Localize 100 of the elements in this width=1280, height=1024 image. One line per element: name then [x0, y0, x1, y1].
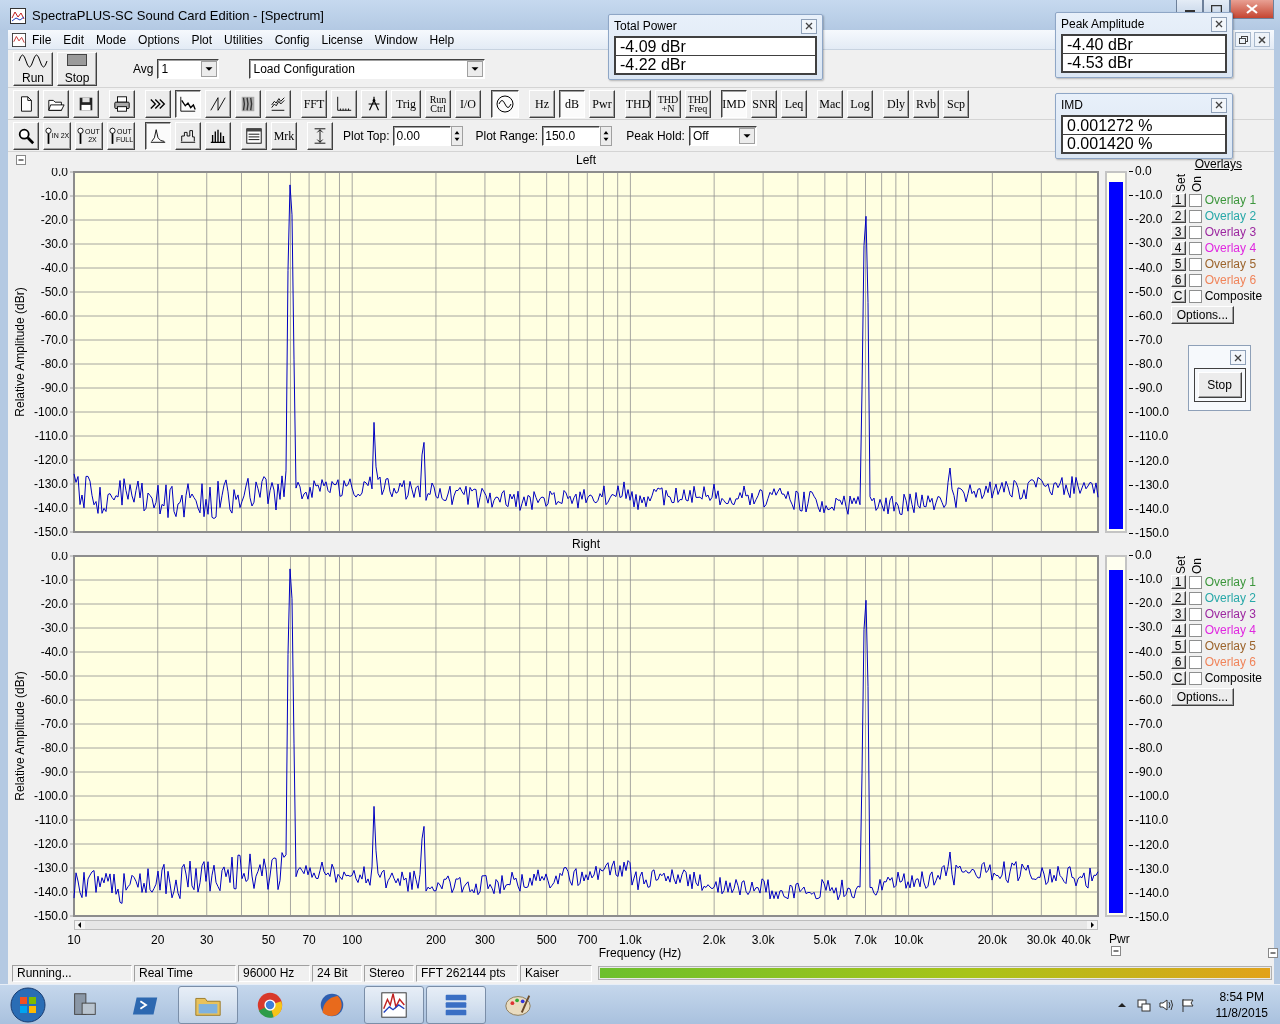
toolbar-button[interactable]: dB	[559, 89, 585, 118]
toolbar-button[interactable]: THD Freq	[685, 89, 711, 118]
close-button[interactable]	[801, 18, 817, 34]
status-cell: FFT 262144 pts	[416, 964, 518, 982]
config-select[interactable]: Load Configuration	[249, 58, 486, 79]
spinner-icon[interactable]	[600, 125, 613, 146]
toolbar-button[interactable]	[175, 89, 201, 118]
set-button[interactable]: 5	[1170, 257, 1186, 271]
avg-select[interactable]: 1	[157, 58, 220, 79]
toolbar-button[interactable]: I/O	[455, 89, 481, 118]
stop-button[interactable]: Stop	[57, 51, 97, 86]
network-icon[interactable]	[1135, 996, 1152, 1013]
toolbar-button[interactable]: THD	[625, 89, 651, 118]
close-button[interactable]	[1211, 97, 1227, 113]
set-button[interactable]: 1	[1170, 575, 1186, 589]
spinner-icon[interactable]	[451, 125, 464, 146]
options-button[interactable]: Options...	[1170, 306, 1235, 324]
menu-item[interactable]: Options	[132, 32, 186, 47]
menu-item[interactable]: Utilities	[218, 32, 269, 47]
checkbox[interactable]	[1188, 289, 1202, 303]
set-button[interactable]: 4	[1170, 241, 1186, 255]
close-button[interactable]	[1211, 16, 1227, 32]
collapse-icon[interactable]	[16, 155, 26, 165]
checkbox[interactable]	[1188, 575, 1202, 589]
set-button[interactable]: 2	[1170, 209, 1186, 223]
toolbar-button[interactable]: Trig	[391, 89, 421, 118]
app-icon[interactable]	[12, 32, 26, 47]
flag-icon[interactable]	[1179, 996, 1196, 1013]
restore-button[interactable]	[1235, 32, 1251, 47]
toolbar-button[interactable]	[491, 89, 519, 118]
menu-item[interactable]: File	[26, 32, 58, 47]
checkbox[interactable]	[1188, 225, 1202, 239]
toolbar-button[interactable]: Pwr	[589, 89, 615, 118]
toolbar-button[interactable]: Scp	[943, 89, 969, 118]
toolbar-button[interactable]: Dly	[883, 89, 909, 118]
toolbar-button[interactable]: SNR	[751, 89, 777, 118]
set-button[interactable]: 2	[1170, 591, 1186, 605]
toolbar-button[interactable]: Run Ctrl	[425, 89, 451, 118]
checkbox[interactable]	[1188, 209, 1202, 223]
toolbar-button[interactable]: Rvb	[913, 89, 939, 118]
close-button[interactable]	[1230, 0, 1274, 19]
taskbar-button[interactable]	[364, 985, 424, 1024]
set-button[interactable]: 6	[1170, 655, 1186, 669]
set-button[interactable]: 6	[1170, 273, 1186, 287]
set-button[interactable]: 4	[1170, 623, 1186, 637]
set-button[interactable]: 3	[1170, 607, 1186, 621]
toolbar-button[interactable]: IMD	[721, 89, 747, 118]
toolbar-button[interactable]: Mrk	[271, 121, 297, 150]
menu-item[interactable]: Edit	[57, 32, 91, 47]
toolbar-button[interactable]: Hz	[529, 89, 555, 118]
checkbox[interactable]	[1188, 639, 1202, 653]
scrollbar[interactable]	[74, 920, 1098, 930]
menu-item[interactable]: Plot	[185, 32, 219, 47]
scroll-right-icon[interactable]	[1087, 921, 1097, 929]
tick-label: -80.0	[40, 741, 68, 755]
set-button[interactable]: 1	[1170, 193, 1186, 207]
collapse-icon[interactable]	[1111, 946, 1121, 956]
checkbox[interactable]	[1188, 257, 1202, 271]
set-button[interactable]: 5	[1170, 639, 1186, 653]
tick-label: -90.0	[40, 765, 68, 779]
toolbar-button[interactable]: Mac	[817, 89, 843, 118]
checkbox[interactable]	[1188, 671, 1202, 685]
options-button[interactable]: Options...	[1170, 688, 1234, 706]
window-icon	[245, 126, 263, 145]
checkbox[interactable]	[1188, 655, 1202, 669]
taskbar-button[interactable]	[178, 985, 238, 1024]
checkbox[interactable]	[1188, 273, 1202, 287]
meter-scale-label: -70.0	[1129, 333, 1170, 346]
checkbox[interactable]	[1188, 591, 1202, 605]
menu-item[interactable]: Config	[268, 32, 316, 47]
toolbar-button[interactable]: FFT	[301, 89, 327, 118]
menu-item[interactable]: Window	[368, 32, 424, 47]
restore-icon	[1238, 35, 1248, 44]
close-button[interactable]	[1254, 32, 1270, 47]
checkbox[interactable]	[1188, 623, 1202, 637]
toolbar-button[interactable]: THD +N	[655, 89, 681, 118]
set-button[interactable]: C	[1170, 289, 1186, 303]
menu-item[interactable]: License	[315, 32, 369, 47]
checkbox[interactable]	[1188, 241, 1202, 255]
meter-scale-label: -50.0	[1129, 669, 1170, 682]
collapse-icon[interactable]	[1268, 948, 1278, 958]
scroll-left-icon[interactable]	[75, 921, 85, 929]
run-button[interactable]: Run	[13, 51, 53, 86]
plot-top-field[interactable]: 0.00	[393, 125, 452, 146]
peak-hold-select[interactable]: Off	[688, 125, 757, 146]
menu-item[interactable]: Help	[423, 32, 461, 47]
toolbar-button[interactable]	[145, 121, 171, 150]
tick-label: 500	[536, 933, 557, 947]
close-button[interactable]	[1230, 350, 1246, 365]
set-button[interactable]: 3	[1170, 225, 1186, 239]
menu-item[interactable]: Mode	[90, 32, 133, 47]
taskbar-button[interactable]	[426, 985, 486, 1024]
toolbar-button[interactable]: Leq	[781, 89, 807, 118]
checkbox[interactable]	[1188, 193, 1202, 207]
set-button[interactable]: C	[1170, 671, 1186, 685]
toolbar-button[interactable]: Log	[847, 89, 873, 118]
volume-icon[interactable]	[1157, 996, 1174, 1013]
stop-button[interactable]: Stop	[1197, 372, 1242, 398]
plot-range-field[interactable]: 150.0	[542, 125, 601, 146]
checkbox[interactable]	[1188, 607, 1202, 621]
